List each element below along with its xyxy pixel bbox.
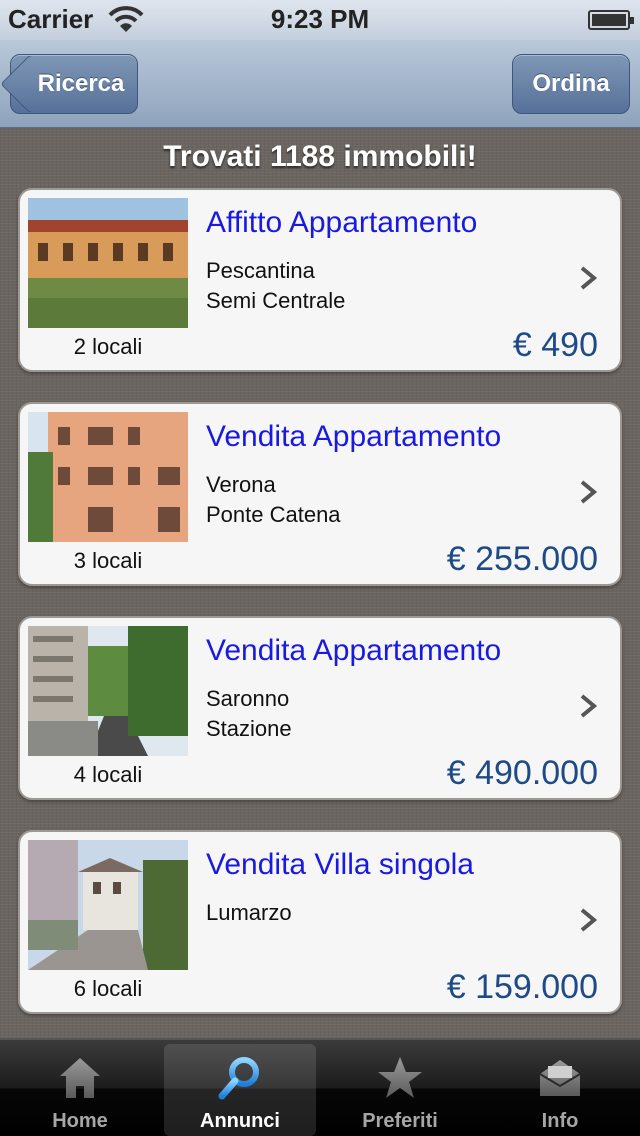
listing-location: Saronno — [206, 686, 290, 711]
chevron-right-icon — [580, 480, 598, 504]
listing-price: € 255.000 — [446, 540, 598, 578]
battery-icon — [588, 10, 634, 30]
tab-annunci-label: Annunci — [200, 1110, 280, 1132]
back-button[interactable]: Ricerca — [0, 54, 138, 114]
listing-card[interactable]: 6 locali Vendita Villa singola Lumarzo €… — [18, 830, 622, 1014]
rooms-count: 6 locali — [73, 976, 143, 1001]
star-icon — [378, 1057, 422, 1098]
listing-price: € 159.000 — [446, 968, 598, 1006]
tab-info-label: Info — [541, 1110, 579, 1132]
listing-photo — [28, 840, 188, 970]
listing-photo — [28, 412, 188, 542]
listing-location: Lumarzo — [206, 900, 292, 925]
listing-card[interactable]: 2 locali Affitto Appartamento Pescantina… — [18, 188, 622, 372]
listing-location: Pescantina — [206, 258, 315, 283]
back-button-label: Ricerca — [37, 70, 125, 97]
status-bar: Carrier 9:23 PM — [0, 0, 640, 40]
listing-location: Verona — [206, 472, 276, 497]
mail-icon — [539, 1060, 581, 1096]
tab-home-label: Home — [52, 1110, 108, 1132]
tab-preferiti[interactable]: Preferiti — [324, 1044, 476, 1136]
tab-preferiti-label: Preferiti — [362, 1110, 438, 1132]
navigation-bar: Ricerca Ordina — [0, 40, 640, 128]
listing-price: € 490.000 — [446, 754, 598, 792]
listing-title: Vendita Appartamento — [206, 634, 502, 667]
listing-price: € 490 — [512, 326, 598, 364]
listing-zone: Ponte Catena — [206, 502, 341, 527]
chevron-right-icon — [580, 908, 598, 932]
tab-bar: Home Annunci Preferiti Info — [0, 1038, 640, 1136]
listing-title: Vendita Appartamento — [206, 420, 502, 453]
tab-info[interactable]: Info — [484, 1044, 636, 1136]
listing-title: Vendita Villa singola — [206, 848, 474, 881]
listing-photo — [28, 626, 188, 756]
listing-card[interactable]: 4 locali Vendita Appartamento Saronno St… — [18, 616, 622, 800]
search-icon — [218, 1057, 259, 1100]
rooms-count: 2 locali — [73, 334, 143, 359]
rooms-count: 4 locali — [73, 762, 143, 787]
rooms-count: 3 locali — [73, 548, 143, 573]
listing-card[interactable]: 3 locali Vendita Appartamento Verona Pon… — [18, 402, 622, 586]
listing-photo — [28, 198, 188, 328]
tab-home[interactable]: Home — [4, 1044, 156, 1136]
tab-annunci[interactable]: Annunci — [164, 1044, 316, 1136]
clock: 9:23 PM — [270, 4, 370, 34]
sort-button[interactable]: Ordina — [512, 54, 630, 114]
chevron-right-icon — [580, 266, 598, 290]
listing-zone: Stazione — [206, 716, 292, 741]
results-count-title: Trovati 1188 immobili! — [163, 140, 477, 173]
sort-button-label: Ordina — [532, 70, 610, 97]
listing-title: Affitto Appartamento — [206, 206, 478, 239]
listing-zone: Semi Centrale — [206, 288, 346, 313]
chevron-right-icon — [580, 694, 598, 718]
home-icon — [60, 1058, 100, 1098]
